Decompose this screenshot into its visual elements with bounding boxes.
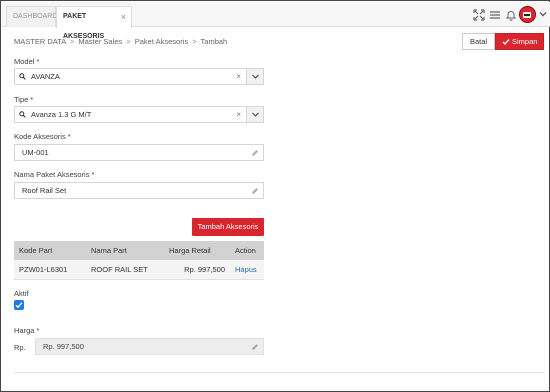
menu-icon[interactable] — [489, 9, 501, 21]
tab-label: PAKET AKSESORIS — [63, 13, 105, 40]
breadcrumb-item[interactable]: Master Sales — [78, 37, 122, 46]
tambah-aksesoris-button[interactable]: Tambah Aksesoris — [192, 218, 264, 236]
dropdown-toggle[interactable] — [246, 107, 263, 122]
pencil-icon — [252, 344, 258, 350]
tipe-label: Tipe * — [14, 95, 34, 104]
app-window: DASHBOARD PAKET AKSESORIS × MASTER DATA … — [0, 0, 550, 392]
kode-aksesoris-value: UM-001 — [22, 148, 49, 157]
aktif-label: Aktif — [14, 289, 29, 298]
avatar-icon — [523, 12, 531, 18]
aksesoris-table: Kode Part Nama Part Harga Retail Action … — [14, 241, 264, 280]
chevron-down-icon — [252, 112, 259, 117]
divider — [14, 372, 544, 373]
column-header: Kode Part — [14, 241, 86, 260]
nama-paket-value: Roof Rail Set — [22, 186, 67, 195]
tab-dashboard[interactable]: DASHBOARD — [6, 6, 58, 27]
simpan-button[interactable]: Simpan — [495, 33, 544, 50]
kode-aksesoris-input[interactable]: UM-001 — [14, 144, 264, 161]
harga-input: Rp. 997,500 — [35, 338, 264, 355]
top-bar: DASHBOARD PAKET AKSESORIS × — [2, 2, 550, 40]
model-label: Model * — [14, 57, 40, 66]
search-icon — [19, 111, 26, 118]
expand-icon[interactable] — [473, 9, 485, 21]
cell-harga-retail: Rp. 997,500 — [164, 260, 230, 280]
batal-button[interactable]: Batal — [462, 33, 495, 50]
tab-label: DASHBOARD — [13, 13, 58, 20]
harga-prefix: Rp. — [14, 343, 26, 352]
cell-nama-part: ROOF RAIL SET — [86, 260, 164, 280]
search-icon — [19, 73, 26, 80]
pencil-icon — [252, 188, 258, 194]
pencil-icon — [252, 150, 258, 156]
breadcrumb-item-current: Tambah — [200, 37, 228, 46]
table-header-row: Kode Part Nama Part Harga Retail Action — [14, 241, 264, 260]
aktif-checkbox[interactable] — [14, 300, 24, 310]
clear-icon[interactable]: × — [236, 107, 241, 122]
nama-paket-label: Nama Paket Aksesoris * — [14, 170, 95, 179]
chevron-down-icon — [252, 74, 259, 79]
clear-icon[interactable]: × — [236, 69, 241, 84]
breadcrumb-separator: > — [126, 37, 131, 46]
breadcrumb-item[interactable]: Paket Aksesoris — [135, 37, 188, 46]
column-header: Harga Retail — [164, 241, 230, 260]
nama-paket-input[interactable]: Roof Rail Set — [14, 182, 264, 199]
check-icon — [502, 39, 510, 46]
simpan-label: Simpan — [512, 37, 538, 46]
model-value: AVANZA — [31, 72, 60, 81]
dropdown-toggle[interactable] — [246, 69, 263, 84]
table-row: PZW01-L6301 ROOF RAIL SET Rp. 997,500 Ha… — [14, 260, 264, 280]
close-icon[interactable]: × — [121, 7, 126, 27]
hapus-link[interactable]: Hapus — [230, 260, 264, 280]
column-header: Action — [230, 241, 264, 260]
breadcrumb-separator: > — [69, 37, 75, 46]
tipe-select[interactable]: Avanza 1.3 G M/T × — [14, 106, 264, 123]
chevron-down-icon[interactable] — [539, 10, 547, 18]
breadcrumb-separator: > — [192, 37, 197, 46]
column-header: Nama Part — [86, 241, 164, 260]
user-avatar[interactable] — [519, 6, 536, 23]
model-select[interactable]: AVANZA × — [14, 68, 264, 85]
tipe-value: Avanza 1.3 G M/T — [31, 110, 92, 119]
check-icon — [15, 302, 23, 309]
cell-kode-part: PZW01-L6301 — [14, 260, 86, 280]
breadcrumb: MASTER DATA > Master Sales > Paket Akses… — [14, 37, 227, 46]
harga-label: Harga * — [14, 326, 40, 335]
harga-value: Rp. 997,500 — [43, 342, 84, 351]
bell-icon[interactable] — [505, 9, 517, 21]
tab-paket-aksesoris[interactable]: PAKET AKSESORIS × — [56, 6, 132, 40]
breadcrumb-item[interactable]: MASTER DATA — [14, 37, 66, 46]
kode-aksesoris-label: Kode Aksesoris * — [14, 132, 71, 141]
